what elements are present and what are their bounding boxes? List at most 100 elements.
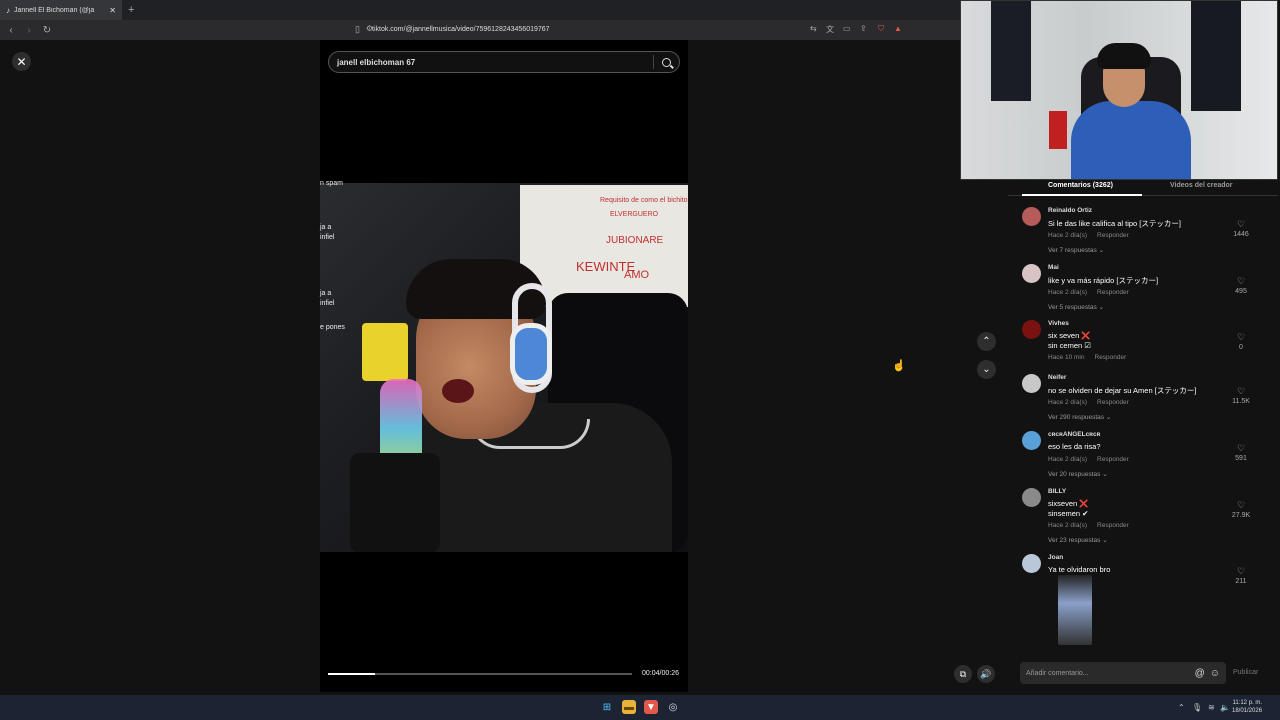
comment-item: Reinaldo Ortiz Si le das like califica al… (1022, 207, 1272, 257)
new-tab-button[interactable]: + (128, 4, 134, 16)
comment-input[interactable]: Añadir comentario... (1026, 670, 1190, 677)
reply-button[interactable]: Responder (1097, 289, 1129, 296)
windows-start-icon[interactable]: ⊞ (600, 700, 614, 714)
like-count: 211 (1235, 578, 1247, 585)
reply-button[interactable]: Responder (1097, 399, 1129, 406)
comment-meta: Hace 2 día(s) Responder (1048, 289, 1129, 296)
translate-icon[interactable]: 文 (826, 24, 834, 35)
speaker-icon[interactable]: 🔈 (1220, 703, 1230, 712)
extension-icon[interactable]: ⇆ (810, 24, 817, 33)
whiteboard-text: Requisito de como el bichito (600, 197, 688, 204)
publish-button[interactable]: Publicar (1233, 669, 1258, 676)
wifi-icon[interactable]: ≋ (1208, 703, 1215, 712)
comment-meta: Hace 2 día(s) Responder (1048, 456, 1129, 463)
browser-tab[interactable]: ♪ Jannell El Bichoman (@ja ✕ (0, 0, 122, 20)
like-count: 0 (1239, 344, 1243, 351)
video-time: 00:04/00:26 (642, 670, 679, 677)
brave-rewards-icon[interactable]: ▲ (894, 24, 902, 33)
comment-username[interactable]: Joan (1048, 554, 1063, 561)
volume-icon: 🔊 (980, 668, 992, 679)
url-field[interactable]: tiktok.com/@jannellmusica/video/75961282… (372, 26, 550, 33)
reply-button[interactable]: Responder (1097, 456, 1129, 463)
tab-close-icon[interactable]: ✕ (109, 6, 116, 15)
comment-text: sinsemen ✔ (1048, 509, 1089, 518)
comment-username[interactable]: Vivhes (1048, 320, 1069, 327)
search-divider (653, 55, 654, 69)
video-frame[interactable]: Requisito de como el bichito ELVERGUERO … (320, 183, 688, 552)
comment-text: Ya te olvidaron bro (1048, 565, 1111, 574)
emoji-icon[interactable]: ☺ (1210, 668, 1220, 679)
search-icon[interactable] (662, 57, 671, 67)
heart-icon[interactable]: ♡ (1226, 566, 1256, 577)
reply-button[interactable]: Responder (1095, 354, 1127, 361)
miniplayer-button[interactable]: ⧉ (954, 665, 972, 683)
view-replies-button[interactable]: Ver 5 respuestas ⌄ (1048, 303, 1104, 311)
mention-icon[interactable]: @ (1195, 668, 1205, 679)
heart-icon[interactable]: ♡ (1226, 219, 1256, 230)
headphone-cup (510, 323, 552, 385)
comment-composer[interactable]: Añadir comentario... @ ☺ (1020, 662, 1226, 684)
avatar[interactable] (1022, 320, 1041, 339)
back-icon[interactable]: ‹ (4, 25, 18, 36)
comment-username[interactable]: Mai (1048, 264, 1059, 271)
reload-icon[interactable]: ↻ (40, 25, 54, 36)
chevron-up-icon: ⌃ (982, 336, 991, 347)
miniplayer-icon: ⧉ (959, 668, 967, 679)
tab-comments[interactable]: Comentarios (3262) (1048, 182, 1113, 189)
microphone-icon[interactable]: 🎙 (1192, 703, 1202, 712)
comment-meta: Hace 2 día(s) Responder (1048, 232, 1129, 239)
brave-shield-icon[interactable]: ⛉ (878, 24, 884, 34)
chevron-down-icon: ⌄ (1102, 471, 1108, 478)
reply-button[interactable]: Responder (1097, 522, 1129, 529)
comment-time: Hace 2 día(s) (1048, 456, 1088, 463)
comment-text: eso les da risa? (1048, 442, 1101, 451)
tray-chevron-icon[interactable]: ⌃ (1178, 703, 1185, 712)
video-progress-bar[interactable] (328, 673, 632, 675)
heart-icon[interactable]: ♡ (1226, 500, 1256, 511)
volume-button[interactable]: 🔊 (977, 665, 995, 683)
search-input[interactable]: janell elbichoman 67 (337, 58, 653, 67)
system-clock[interactable]: 11:12 p. m. 18/01/2026 (1232, 699, 1262, 715)
view-replies-button[interactable]: Ver 290 respuestas ⌄ (1048, 413, 1111, 421)
view-replies-button[interactable]: Ver 23 respuestas ⌄ (1048, 536, 1108, 544)
whiteboard-text: ELVERGUERO (610, 211, 659, 218)
comment-text: like y va más rápido [ステッカー] (1048, 276, 1159, 285)
file-explorer-icon[interactable]: ▬ (622, 700, 636, 714)
avatar[interactable] (1022, 264, 1041, 283)
whiteboard-text: JUBIONARE (606, 235, 664, 246)
avatar[interactable] (1022, 207, 1041, 226)
overlay-text: ja a (320, 290, 332, 297)
heart-icon[interactable]: ♡ (1226, 332, 1256, 343)
search-bar[interactable]: janell elbichoman 67 (328, 51, 680, 73)
address-bar-row: ‹ › ↻ ▯ ⚙ tiktok.com/@jannellmusica/vide… (0, 20, 960, 40)
heart-icon[interactable]: ♡ (1226, 386, 1256, 397)
heart-icon[interactable]: ♡ (1226, 443, 1256, 454)
forward-icon[interactable]: › (22, 25, 36, 36)
previous-video-button[interactable]: ⌃ (977, 332, 996, 351)
comment-image[interactable] (1058, 575, 1092, 645)
like-count: 11.5K (1232, 398, 1250, 405)
view-replies-button[interactable]: Ver 7 respuestas ⌄ (1048, 246, 1104, 254)
tab-creator-videos[interactable]: Videos del creador (1170, 182, 1233, 189)
avatar[interactable] (1022, 374, 1041, 393)
cast-icon[interactable]: ▭ (843, 24, 851, 33)
obs-icon[interactable]: ◎ (666, 700, 680, 714)
share-icon[interactable]: ⇪ (860, 24, 867, 33)
next-video-button[interactable]: ⌄ (977, 360, 996, 379)
chevron-down-icon: ⌄ (1098, 247, 1105, 254)
comment-username[interactable]: Reinaldo Ortiz (1048, 207, 1092, 214)
avatar[interactable] (1022, 554, 1041, 573)
avatar[interactable] (1022, 431, 1041, 450)
close-video-button[interactable]: ✕ (12, 52, 31, 71)
bookmark-icon[interactable]: ▯ (355, 24, 360, 35)
comment-username[interactable]: Neifer (1048, 374, 1066, 381)
reply-button[interactable]: Responder (1097, 232, 1129, 239)
heart-icon[interactable]: ♡ (1226, 276, 1256, 287)
view-replies-button[interactable]: Ver 20 respuestas ⌄ (1048, 470, 1108, 478)
brave-browser-icon[interactable]: ▼ (644, 700, 658, 714)
avatar[interactable] (1022, 488, 1041, 507)
comment-username[interactable]: BILLY (1048, 488, 1066, 495)
like-count: 591 (1235, 455, 1247, 462)
comment-username[interactable]: ᴄʀᴄʀANGELᴄʀᴄʀ (1048, 431, 1100, 438)
active-tab-indicator (1022, 194, 1142, 196)
